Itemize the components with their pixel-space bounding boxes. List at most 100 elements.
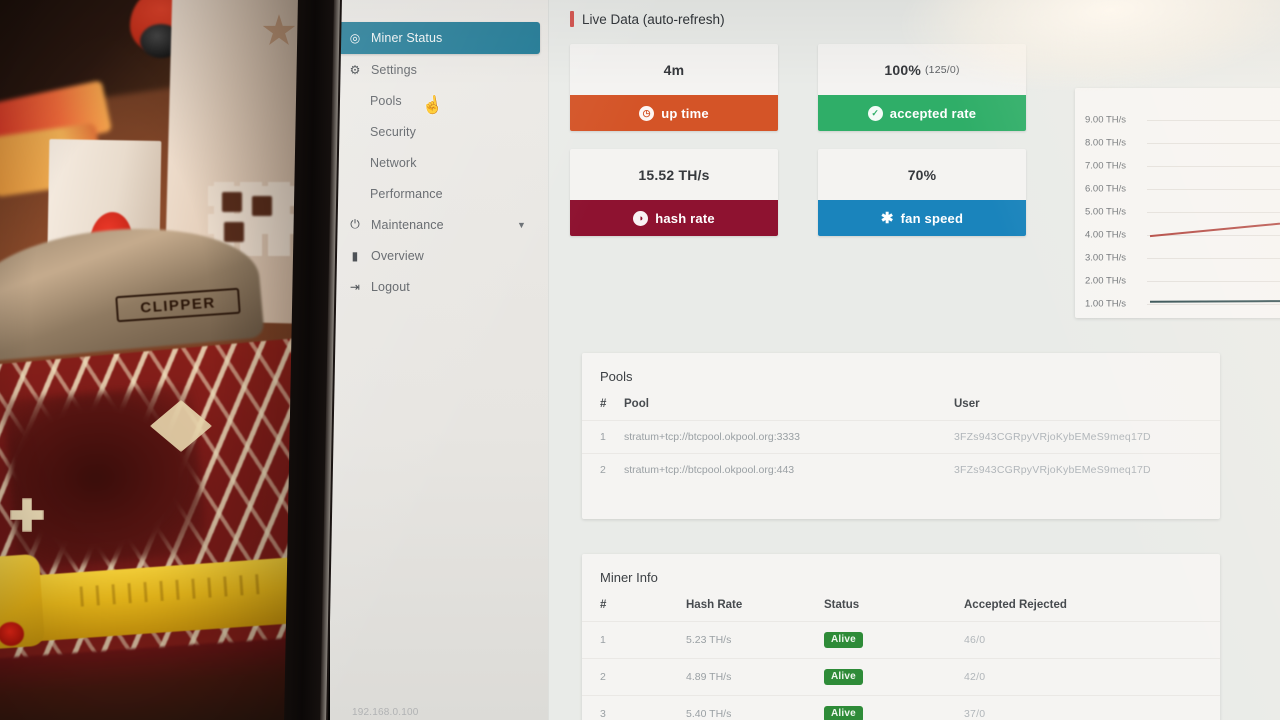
sidebar-item-label: Security <box>370 124 416 139</box>
pool-url: stratum+tcp://btcpool.okpool.org:443 <box>624 453 954 486</box>
miner-index: 3 <box>582 695 624 720</box>
plug-icon: ⏻ <box>350 217 360 231</box>
table-row[interactable]: 1 stratum+tcp://btcpool.okpool.org:3333 … <box>582 420 1220 454</box>
stat-card-value: 15.52 TH/s <box>570 149 778 200</box>
sidebar-item-security[interactable]: Security <box>338 116 540 147</box>
accepted-rate-subvalue: (125/0) <box>924 63 960 76</box>
pools-col-user: User <box>954 398 980 410</box>
sidebar-item-miner-status[interactable]: ◎ Miner Status <box>338 22 540 54</box>
sidebar-item-label: Network <box>370 155 417 170</box>
sidebar-item-label: Maintenance <box>371 217 444 232</box>
miner-info-table: # Hash Rate Status Accepted Rejected 1 5… <box>582 585 1220 720</box>
miner-col-acc-rej: Accepted Rejected <box>964 599 1067 611</box>
fan-speed-value: 70% <box>907 166 937 183</box>
hashrate-chart-panel[interactable]: 9.00 TH/s 8.00 TH/s 7.00 TH/s 6.00 TH/s … <box>1075 88 1280 318</box>
sidebar-item-settings[interactable]: ⚙ Settings <box>338 54 540 85</box>
miner-index: 2 <box>582 658 624 696</box>
page-title: Live Data (auto-refresh) <box>582 11 725 27</box>
sidebar-item-label: Overview <box>371 248 424 263</box>
chart-series-svg <box>1149 222 1280 303</box>
accent-bar <box>570 11 574 27</box>
chart-plot-area: 9.00 TH/s 8.00 TH/s 7.00 TH/s 6.00 TH/s … <box>1075 88 1280 318</box>
server-icon: ▮ <box>351 248 359 263</box>
monitor-screen: ◎ Miner Status ⚙ Settings Pools Security… <box>330 0 1280 720</box>
pool-user: 3FZs943CGRpyVRjoKybEMeS9meq17D <box>954 420 1220 454</box>
stat-card-value: 4m <box>570 44 778 95</box>
pool-url: stratum+tcp://btcpool.okpool.org:3333 <box>624 420 954 454</box>
stat-card-accepted-rate[interactable]: 100% (125/0) ✓ accepted rate <box>818 44 1026 131</box>
table-row[interactable]: 2 4.89 TH/s Alive 42/0 <box>582 658 1220 696</box>
miner-accepted-rejected: 37/0 <box>964 695 1220 720</box>
up-time-value: 4m <box>663 61 685 78</box>
dashboard-icon: ◑ <box>633 210 649 226</box>
stat-card-footer: ◷ up time <box>570 95 778 131</box>
live-data-header: Live Data (auto-refresh) <box>570 6 1280 32</box>
fan-speed-label: fan speed <box>900 210 964 226</box>
miner-col-hash: Hash Rate <box>686 599 743 611</box>
up-time-label: up time <box>661 105 709 121</box>
photo-window-hole <box>252 196 272 216</box>
sidebar-item-performance[interactable]: Performance <box>338 178 540 209</box>
status-badge: Alive <box>824 632 863 648</box>
stat-card-footer: ✓ accepted rate <box>818 95 1026 131</box>
asterisk-icon: ✱ <box>880 210 894 227</box>
stat-card-footer: ✱ fan speed <box>818 200 1026 236</box>
pool-user: 3FZs943CGRpyVRjoKybEMeS9meq17D <box>954 453 1220 486</box>
photo-window-hole <box>224 222 244 242</box>
tachometer-icon: ◎ <box>349 31 361 45</box>
accepted-rate-value: 100% <box>884 61 921 78</box>
sidebar-item-label: Pools <box>370 93 402 108</box>
stat-card-up-time[interactable]: 4m ◷ up time <box>570 44 778 131</box>
miner-hash-rate: 4.89 TH/s <box>624 658 824 696</box>
status-badge: Alive <box>824 669 863 685</box>
pointing-hand-cursor: ☝ <box>420 94 445 117</box>
sidebar-item-label: Logout <box>371 279 410 294</box>
sidebar-item-label: Miner Status <box>371 31 443 45</box>
sidebar: ◎ Miner Status ⚙ Settings Pools Security… <box>330 0 548 720</box>
check-icon: ✓ <box>867 105 883 121</box>
pools-title: Pools <box>600 369 633 384</box>
hash-rate-label: hash rate <box>655 210 715 226</box>
sidebar-item-label: Settings <box>371 62 417 77</box>
miner-status: Alive <box>824 621 964 659</box>
miner-col-status: Status <box>824 599 860 611</box>
stat-card-value: 70% <box>818 149 1026 200</box>
miner-info-panel: Miner Info # Hash Rate Status Accepted R… <box>582 554 1220 720</box>
sidebar-item-logout[interactable]: ⇥ Logout <box>338 271 540 302</box>
sidebar-item-maintenance[interactable]: ⏻ Maintenance ▼ <box>338 209 540 240</box>
accepted-rate-label: accepted rate <box>889 105 977 121</box>
table-row[interactable]: 1 5.23 TH/s Alive 46/0 <box>582 621 1220 659</box>
miner-hash-rate: 5.23 TH/s <box>624 621 824 659</box>
table-row[interactable]: 2 stratum+tcp://btcpool.okpool.org:443 3… <box>582 453 1220 486</box>
miner-status: Alive <box>824 658 964 696</box>
miner-accepted-rejected: 42/0 <box>964 658 1220 696</box>
miner-index: 1 <box>582 621 624 659</box>
chevron-down-icon[interactable]: ▼ <box>517 220 530 230</box>
pools-table: # Pool User 1 stratum+tcp://btcpool.okpo… <box>582 384 1220 486</box>
table-header-row: # Pool User <box>582 384 1220 421</box>
photo-window-hole <box>222 192 242 212</box>
hash-rate-value: 15.52 TH/s <box>638 166 710 183</box>
sidebar-ip-address: 192.168.0.100 <box>352 707 419 718</box>
sidebar-item-overview[interactable]: ▮ Overview <box>338 240 540 271</box>
sidebar-item-label: Performance <box>370 186 443 201</box>
table-header-row: # Hash Rate Status Accepted Rejected <box>582 585 1220 622</box>
desk-photo-background: CLIPPER <box>0 0 300 720</box>
gears-icon: ⚙ <box>349 62 361 77</box>
stat-card-fan-speed[interactable]: 70% ✱ fan speed <box>818 149 1026 236</box>
pools-col-index: # <box>600 398 607 410</box>
miner-col-index: # <box>600 599 607 611</box>
signout-icon: ⇥ <box>349 279 361 294</box>
status-badge: Alive <box>824 706 863 720</box>
miner-hash-rate: 5.40 TH/s <box>624 695 824 720</box>
pools-panel: Pools # Pool User 1 stratum+tcp://btcpoo… <box>582 353 1220 519</box>
stat-card-hash-rate[interactable]: 15.52 TH/s ◑ hash rate <box>570 149 778 236</box>
table-row[interactable]: 3 5.40 TH/s Alive 37/0 <box>582 695 1220 720</box>
miner-info-title: Miner Info <box>600 570 658 585</box>
sidebar-item-network[interactable]: Network <box>338 147 540 178</box>
clock-icon: ◷ <box>639 105 655 121</box>
miner-accepted-rejected: 46/0 <box>964 621 1220 659</box>
pool-index: 2 <box>582 453 624 486</box>
screenshot-root: CLIPPER ◎ Miner Status ⚙ Settings Pools <box>0 0 1280 720</box>
pool-index: 1 <box>582 420 624 454</box>
